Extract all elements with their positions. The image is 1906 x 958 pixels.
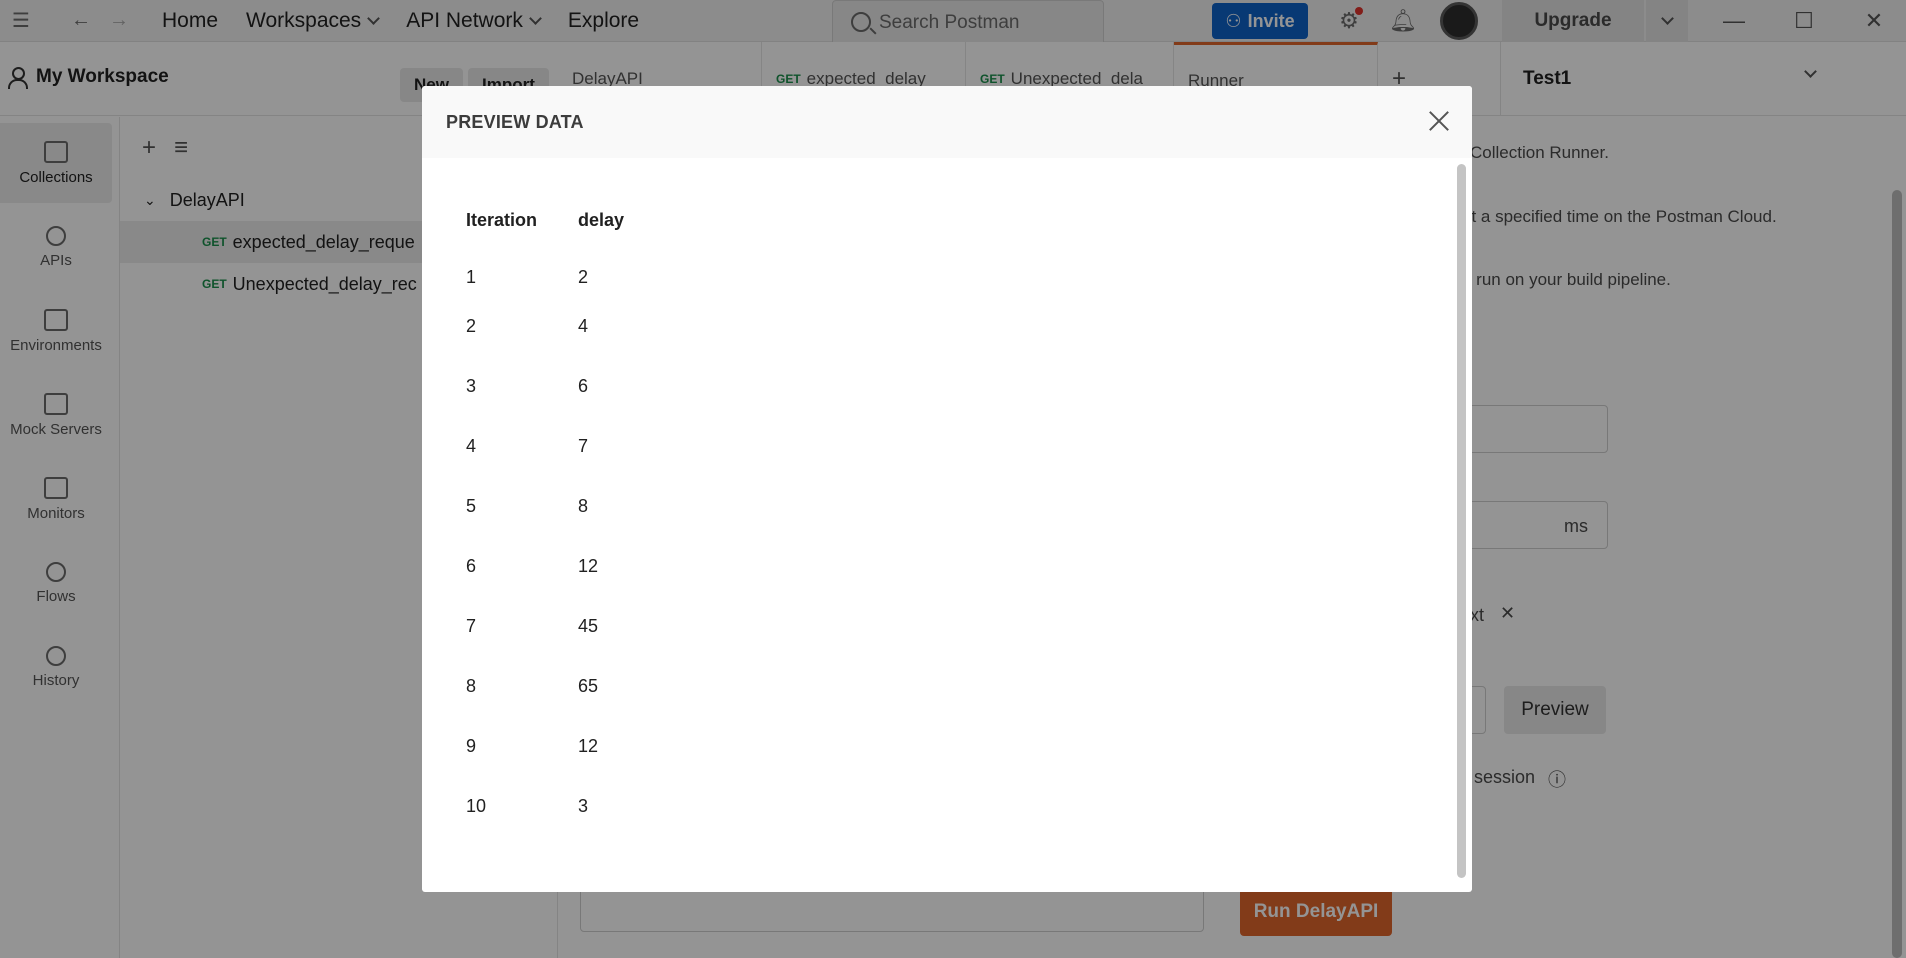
delay-cell: 12: [578, 735, 599, 756]
modal-header: PREVIEW DATA: [422, 86, 1472, 158]
iteration-cell: 5: [466, 495, 477, 516]
table-row: 8 65: [466, 656, 698, 716]
table-row: 7 45: [466, 596, 698, 656]
delay-cell: 4: [578, 315, 589, 336]
delay-cell: 45: [578, 615, 599, 636]
modal-title: PREVIEW DATA: [446, 111, 584, 132]
delay-cell: 12: [578, 555, 599, 576]
iteration-cell: 6: [466, 555, 477, 576]
table-header-row: Iteration delay: [466, 202, 698, 238]
table-row: 58: [466, 476, 698, 536]
table-row: 9 12: [466, 716, 698, 776]
iteration-cell: 2: [466, 315, 477, 336]
table-row: 6 12: [466, 536, 698, 596]
iteration-cell: 8: [466, 675, 477, 696]
delay-cell: 3: [578, 795, 589, 816]
column-header-iteration: Iteration: [466, 209, 538, 230]
column-header-delay: delay: [578, 209, 625, 230]
table-row: 10 3: [466, 776, 698, 836]
close-icon[interactable]: [1426, 108, 1452, 134]
delay-cell: 2: [578, 266, 589, 287]
preview-data-modal: PREVIEW DATA Iteration delay 12 24 36 47…: [422, 86, 1472, 892]
iteration-cell: 4: [466, 435, 477, 456]
delay-cell: 6: [578, 375, 589, 396]
iteration-cell: 10: [466, 795, 487, 816]
iteration-cell: 1: [466, 266, 477, 287]
table-row: 47: [466, 416, 698, 476]
table-row: 24: [466, 296, 698, 356]
delay-cell: 7: [578, 435, 589, 456]
delay-cell: 8: [578, 495, 589, 516]
modal-scrollbar[interactable]: [1457, 164, 1466, 878]
preview-data-table: Iteration delay 12 24 36 47 58 6 12 7 45 8…: [466, 202, 698, 836]
iteration-cell: 9: [466, 735, 477, 756]
table-row: 36: [466, 356, 698, 416]
delay-cell: 65: [578, 675, 599, 696]
table-row: 12: [466, 238, 698, 296]
iteration-cell: 3: [466, 375, 477, 396]
iteration-cell: 7: [466, 615, 477, 636]
